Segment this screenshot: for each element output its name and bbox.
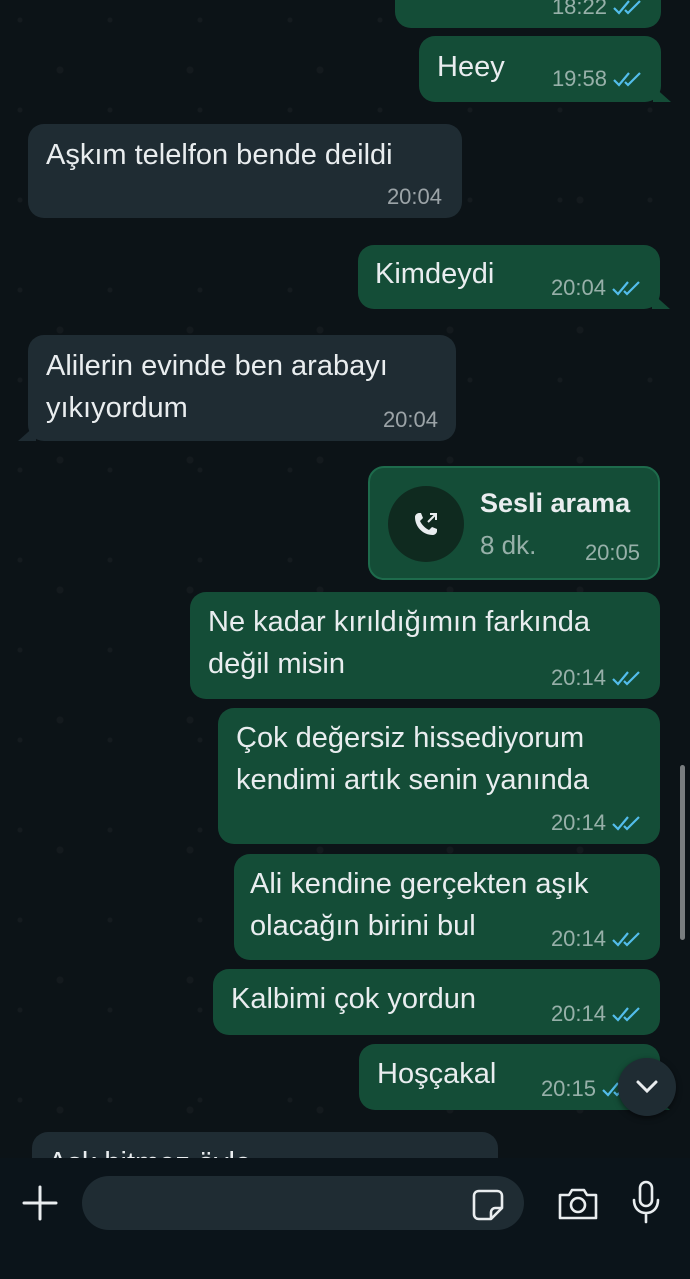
message-text: Kalbimi çok yordun: [231, 983, 476, 1015]
message-time: 20:05: [584, 540, 640, 565]
message-time: 20:04: [386, 184, 442, 209]
message-meta: 19:58: [552, 66, 643, 92]
attach-button[interactable]: [18, 1181, 62, 1225]
message-bubble[interactable]: Heey 19:58: [419, 36, 671, 102]
message-time: 20:14: [550, 810, 606, 835]
call-title: Sesli arama: [480, 488, 631, 518]
message-bubble[interactable]: Kimdeydi 20:04: [358, 245, 670, 309]
message-time: 20:14: [550, 1001, 606, 1026]
message-time: 20:15: [540, 1076, 596, 1101]
voice-call-bubble[interactable]: Sesli arama 8 dk. 20:05: [368, 466, 660, 580]
sticker-button[interactable]: [468, 1185, 508, 1225]
message-meta: 20:14: [551, 926, 642, 952]
message-text: Çok değersiz hissediyorum kendimi artık …: [236, 722, 590, 796]
camera-button[interactable]: [554, 1182, 602, 1226]
message-bubble[interactable]: Hoşçakal 20:15: [359, 1044, 670, 1110]
message-meta: 20:14: [551, 810, 642, 836]
read-ticks-icon: [613, 0, 641, 15]
message-meta: 20:04: [383, 407, 438, 433]
message-bubble[interactable]: Ne kadar kırıldığımın farkında değil mis…: [190, 592, 660, 699]
message-bubble[interactable]: Aşk bitmez öyle: [32, 1132, 498, 1158]
message-input[interactable]: [82, 1176, 524, 1230]
call-icon-circle: [388, 486, 464, 562]
message-text: Aşk bitmez öyle: [48, 1142, 251, 1158]
message-text: Heey: [437, 51, 505, 83]
message-meta: 20:04: [387, 184, 442, 210]
message-time: 20:14: [550, 665, 606, 690]
read-ticks-icon: [612, 932, 640, 947]
read-ticks-icon: [613, 72, 641, 87]
message-meta: 18:22: [552, 0, 643, 20]
message-time: 20:14: [550, 926, 606, 951]
message-bubble[interactable]: Alilerin evinde ben arabayı yıkıyordum 2…: [18, 335, 456, 441]
microphone-icon: [632, 1180, 660, 1224]
scrollbar[interactable]: [680, 765, 685, 940]
message-bubble[interactable]: Ali kendine gerçekten aşık olacağın biri…: [234, 854, 660, 960]
message-bubble[interactable]: Kalbimi çok yordun 20:14: [213, 969, 660, 1035]
read-ticks-icon: [612, 816, 640, 831]
message-time: 20:04: [550, 275, 606, 300]
message-text: Hoşçakal: [377, 1058, 497, 1090]
read-ticks-icon: [612, 671, 640, 686]
read-ticks-icon: [612, 281, 640, 296]
message-meta: 20:14: [551, 1001, 642, 1027]
microphone-button[interactable]: [626, 1178, 666, 1226]
message-meta: 20:04: [551, 275, 642, 301]
chevron-down-icon: [636, 1080, 658, 1094]
message-bubble[interactable]: Çok değersiz hissediyorum kendimi artık …: [218, 708, 660, 844]
read-ticks-icon: [612, 1007, 640, 1022]
sticker-icon: [472, 1189, 504, 1221]
message-text: Alilerin evinde ben arabayı yıkıyordum: [46, 350, 388, 424]
composer-bar: [0, 1158, 690, 1279]
message-time: 18:22: [551, 0, 607, 19]
call-duration: 8 dk.: [480, 530, 537, 560]
camera-icon: [558, 1188, 598, 1220]
message-text: Ne kadar kırıldığımın farkında değil mis…: [208, 606, 590, 680]
message-text: Aşkım telelfon bende deildi: [46, 139, 393, 171]
message-text: Ali kendine gerçekten aşık olacağın biri…: [250, 868, 589, 942]
message-bubble[interactable]: 18:22: [395, 0, 661, 28]
plus-icon: [22, 1185, 58, 1221]
message-bubble[interactable]: Aşkım telelfon bende deildi 20:04: [28, 124, 462, 218]
message-text: Kimdeydi: [375, 258, 495, 290]
chat-area[interactable]: 18:22 Heey 19:58 Aşkım telelfon bende de…: [0, 0, 690, 1158]
outgoing-call-icon: [415, 513, 437, 535]
message-meta: 20:14: [551, 665, 642, 691]
scroll-to-bottom-button[interactable]: [618, 1058, 676, 1116]
message-time: 20:04: [382, 407, 438, 432]
message-time: 19:58: [551, 66, 607, 91]
